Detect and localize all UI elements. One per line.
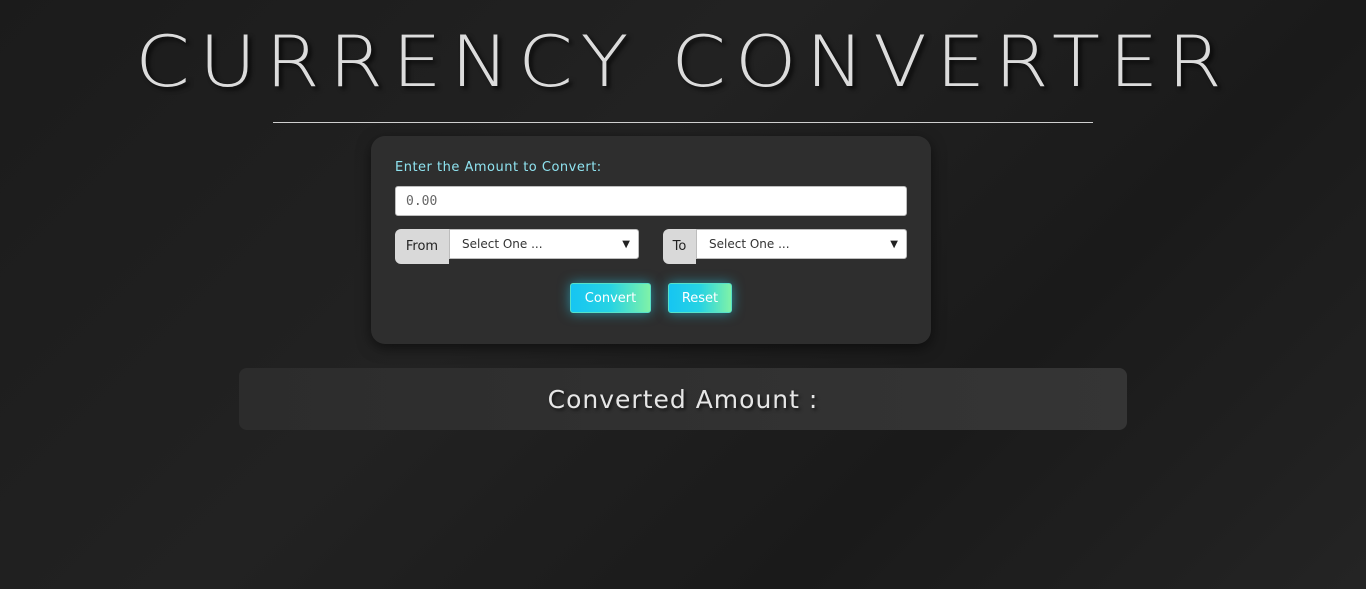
amount-input[interactable] [395,186,907,216]
to-currency-group: To Select One ... ▼ [663,229,907,264]
from-currency-selected: Select One ... [462,237,543,251]
converter-card: Enter the Amount to Convert: From Select… [371,136,931,344]
convert-button[interactable]: Convert [570,283,651,313]
title-divider [273,122,1093,123]
amount-label: Enter the Amount to Convert: [395,160,602,175]
from-currency-group: From Select One ... ▼ [395,229,639,264]
to-label: To [663,229,696,264]
chevron-down-icon: ▼ [622,238,630,250]
reset-button[interactable]: Reset [668,283,732,313]
to-currency-selected: Select One ... [709,237,790,251]
converted-amount-label: Converted Amount : [547,384,819,414]
page-title: CURRENCY CONVERTER [135,21,1231,103]
chevron-down-icon: ▼ [890,238,898,250]
result-panel: Converted Amount : [239,368,1127,430]
from-label: From [395,229,449,264]
to-currency-select[interactable]: Select One ... ▼ [696,229,907,259]
from-currency-select[interactable]: Select One ... ▼ [449,229,639,259]
